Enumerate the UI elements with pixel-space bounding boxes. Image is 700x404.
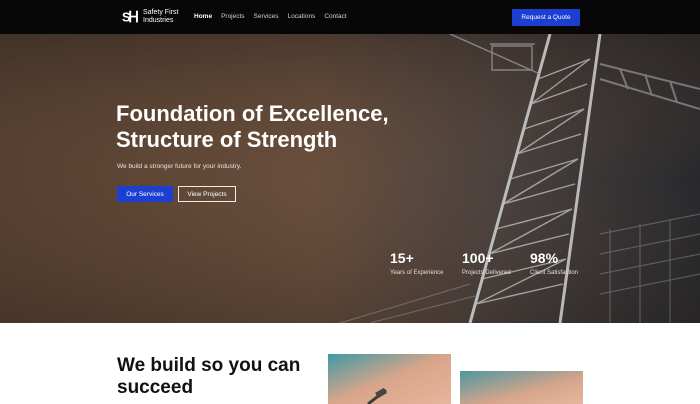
navbar: S Safety First Industries Home Projects … bbox=[0, 0, 700, 34]
about-image-site bbox=[460, 371, 583, 404]
stat-projects: 100+ Projects Delivered bbox=[462, 250, 511, 276]
stat-label: Years of Experience bbox=[390, 270, 444, 276]
view-projects-button[interactable]: View Projects bbox=[178, 186, 236, 202]
hero-section: Foundation of Excellence, Structure of S… bbox=[0, 34, 700, 323]
brand-logo[interactable]: S Safety First Industries bbox=[122, 8, 183, 26]
stat-value: 100+ bbox=[462, 250, 494, 266]
stat-satisfaction: 98% Client Satisfaction bbox=[530, 250, 578, 276]
nav-link-locations[interactable]: Locations bbox=[287, 13, 315, 20]
brand-name: Safety First Industries bbox=[143, 9, 179, 24]
stat-value: 98% bbox=[530, 250, 559, 266]
hero-overlay bbox=[0, 34, 700, 323]
stat-years: 15+ Years of Experience bbox=[390, 250, 443, 276]
about-title: We build so you can succeed bbox=[117, 355, 301, 398]
stat-label: Projects Delivered bbox=[462, 270, 511, 276]
stat-value: 15+ bbox=[390, 250, 414, 266]
hero-subtitle: We build a stronger future for your indu… bbox=[117, 163, 242, 170]
main-nav: Home Projects Services Locations Contact bbox=[194, 13, 356, 20]
request-quote-button[interactable]: Request a Quote bbox=[512, 9, 580, 26]
nav-link-contact[interactable]: Contact bbox=[324, 13, 346, 20]
nav-link-projects[interactable]: Projects bbox=[221, 13, 244, 20]
hero-title: Foundation of Excellence, Structure of S… bbox=[116, 101, 389, 152]
about-image-crane bbox=[328, 354, 451, 404]
nav-link-home[interactable]: Home bbox=[194, 13, 212, 20]
our-services-button[interactable]: Our Services bbox=[117, 186, 173, 202]
logo-icon: S bbox=[122, 11, 138, 25]
svg-text:S: S bbox=[122, 11, 130, 25]
stat-label: Client Satisfaction bbox=[530, 270, 579, 276]
nav-link-services[interactable]: Services bbox=[254, 13, 279, 20]
